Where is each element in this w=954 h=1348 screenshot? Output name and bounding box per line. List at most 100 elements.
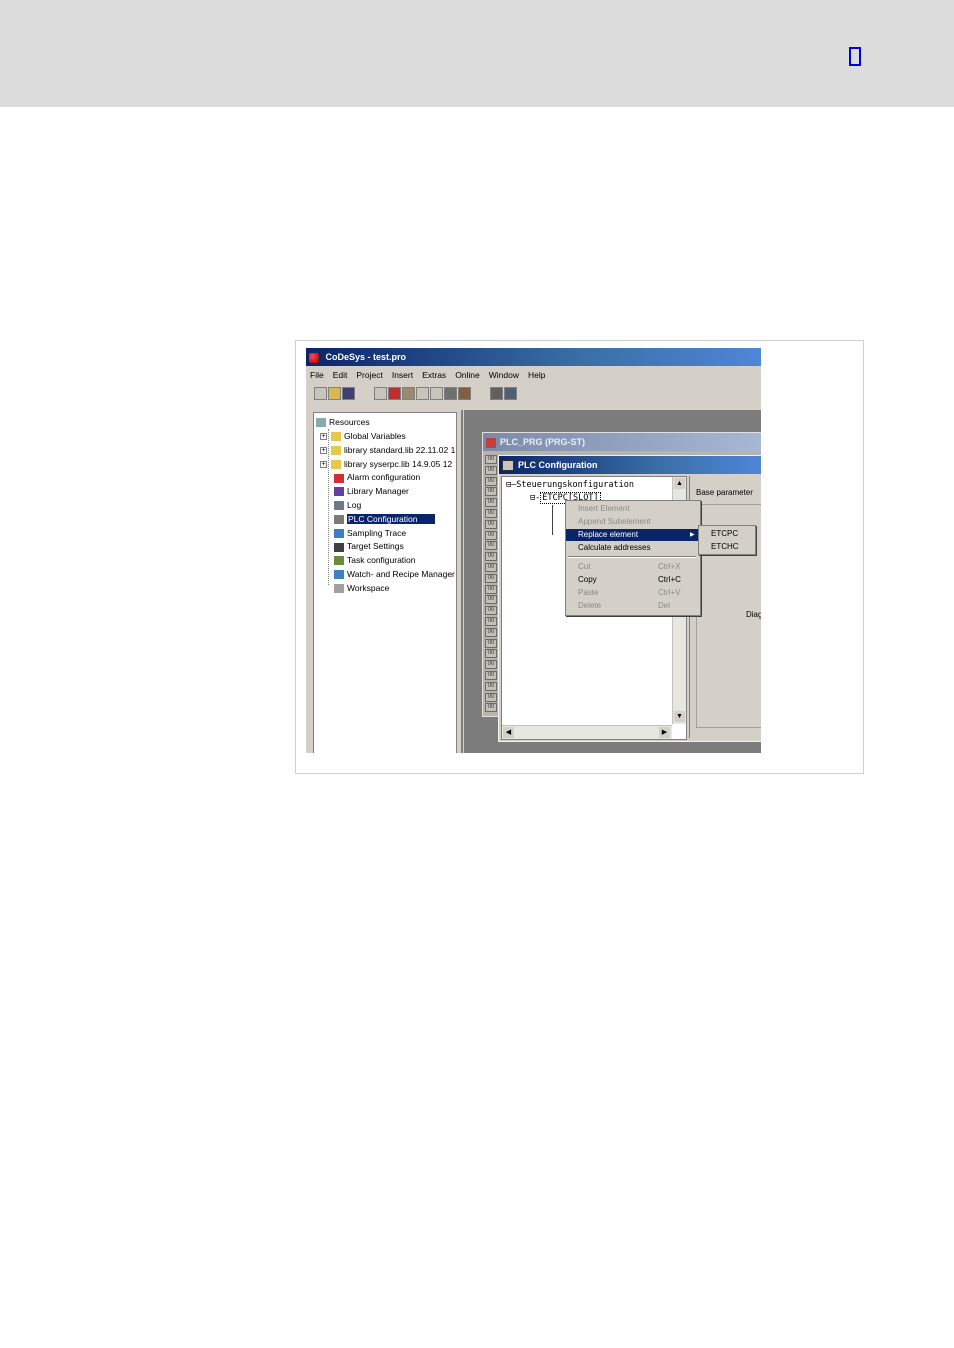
- menu-help[interactable]: Help: [528, 370, 545, 380]
- expand-icon[interactable]: +: [320, 447, 327, 455]
- menu-insert[interactable]: Insert: [392, 370, 413, 380]
- tree-item-task-configuration[interactable]: Task configuration: [320, 554, 416, 567]
- scroll-right-icon[interactable]: ▶: [659, 727, 670, 738]
- tree-item-label: Task configuration: [347, 555, 416, 566]
- menu-item-cut[interactable]: Cut Ctrl+X: [566, 561, 698, 573]
- tree-item-library-syserpc-lib-14-9-05-12[interactable]: + library syserpc.lib 14.9.05 12: [320, 458, 452, 471]
- library-icon: [334, 487, 344, 497]
- tree-item-watch-and-recipe-manager[interactable]: Watch- and Recipe Manager: [320, 568, 455, 581]
- menu-item-paste[interactable]: Paste Ctrl+V: [566, 587, 698, 599]
- menu-item-replace-element[interactable]: Replace element ▶: [566, 529, 698, 541]
- stop-icon[interactable]: [402, 387, 415, 400]
- scroll-down-icon[interactable]: ▼: [674, 711, 685, 722]
- step-icon[interactable]: [416, 387, 429, 400]
- menu-item-label: Paste: [578, 588, 599, 597]
- page-header-band: [0, 0, 954, 107]
- context-menu: Insert Element Append Subelement Replace e…: [565, 500, 701, 616]
- resources-tree: Resources + Global Variables + library stan…: [313, 412, 457, 753]
- object-organizer: Resources + Global Variables + library stan…: [311, 410, 463, 753]
- plc-config-titlebar[interactable]: PLC Configuration: [499, 456, 761, 474]
- prg-line-cell: 00: [485, 509, 497, 518]
- watch-icon: [334, 570, 344, 580]
- menu-item-label: Delete: [578, 601, 602, 610]
- app-titlebar[interactable]: CoDeSys - test.pro: [306, 348, 761, 366]
- prg-line-cell: 00: [485, 476, 497, 486]
- tree-connector-line: [328, 429, 329, 585]
- scroll-left-icon[interactable]: ◀: [503, 727, 514, 738]
- tree-item-label: Global Variables: [344, 431, 406, 441]
- tree-item-label: Sampling Trace: [347, 527, 407, 538]
- plc-config-window-icon: [502, 460, 514, 472]
- prg-icon: [486, 437, 496, 448]
- run-icon[interactable]: [388, 387, 401, 400]
- new-file-icon[interactable]: [314, 387, 327, 400]
- tree-item-log[interactable]: Log: [320, 499, 361, 512]
- prg-line-cell: 00: [485, 455, 497, 464]
- toolbar: [314, 386, 554, 403]
- find-icon[interactable]: [490, 387, 503, 400]
- menu-item-insert-element[interactable]: Insert Element: [566, 503, 698, 515]
- prg-line-cell: 00: [485, 606, 497, 616]
- prg-line-cell: 00: [485, 703, 497, 713]
- tree-item-sampling-trace[interactable]: Sampling Trace: [320, 527, 406, 540]
- prg-line-cell: 00: [485, 552, 497, 562]
- menu-item-label: Copy: [578, 575, 597, 584]
- tree-item-plc-configuration[interactable]: PLC Configuration: [320, 513, 436, 526]
- menu-item-label: Append Subelement: [578, 517, 651, 526]
- menu-edit[interactable]: Edit: [333, 370, 348, 380]
- plc-prg-titlebar[interactable]: PLC_PRG (PRG-ST): [483, 433, 761, 451]
- tree-item-label: library standard.lib 22.11.02 1: [344, 444, 456, 455]
- base-parameter-tab[interactable]: Base parameter: [696, 488, 753, 497]
- tree-item-label: Target Settings: [347, 541, 404, 552]
- menu-extras[interactable]: Extras: [422, 370, 446, 380]
- menu-window[interactable]: Window: [489, 370, 519, 380]
- expand-icon[interactable]: +: [320, 433, 327, 441]
- replace-icon[interactable]: [504, 387, 517, 400]
- collapse-icon[interactable]: ⊟: [506, 480, 511, 490]
- tree-item-library-standard-lib-22-11-02-1[interactable]: + library standard.lib 22.11.02 1: [320, 444, 455, 457]
- save-icon[interactable]: [342, 387, 355, 400]
- tree-node-steuerungskonfiguration[interactable]: ⊟–Steuerungskonfiguration: [506, 479, 634, 491]
- tree-item-label: Alarm configuration: [347, 472, 421, 483]
- collapse-icon[interactable]: ⊟: [530, 493, 535, 503]
- step-over-icon[interactable]: [444, 387, 457, 400]
- menu-item-calculate-addresses[interactable]: Calculate addresses: [566, 542, 698, 554]
- tree-item-workspace[interactable]: Workspace: [320, 582, 389, 595]
- horizontal-scrollbar[interactable]: ◀ ▶: [502, 725, 672, 739]
- prg-line-cell: 00: [485, 573, 497, 583]
- tree-item-library-manager[interactable]: Library Manager: [320, 485, 409, 498]
- menu-item-copy[interactable]: Copy Ctrl+C: [566, 574, 698, 586]
- step-in-icon[interactable]: [458, 387, 471, 400]
- trace-icon: [334, 528, 344, 538]
- tree-root-resources[interactable]: Resources: [316, 416, 370, 429]
- folder-icon: [331, 432, 341, 442]
- resources-icon: [316, 418, 326, 428]
- menu-file[interactable]: File: [310, 370, 324, 380]
- prg-line-cell: 00: [485, 627, 497, 637]
- prg-line-cell: 00: [485, 584, 497, 594]
- expand-icon[interactable]: +: [320, 460, 327, 468]
- open-file-icon[interactable]: [328, 387, 341, 400]
- menu-item-append-subelement[interactable]: Append Subelement: [566, 516, 698, 528]
- menu-project[interactable]: Project: [356, 370, 382, 380]
- prg-line-cell: 00: [485, 617, 497, 626]
- tree-item-target-settings[interactable]: Target Settings: [320, 540, 404, 553]
- menu-item-shortcut: Ctrl+X: [658, 562, 681, 571]
- scroll-up-icon[interactable]: ▲: [674, 478, 685, 489]
- menu-online[interactable]: Online: [455, 370, 480, 380]
- log-icon: [334, 501, 344, 511]
- login-icon[interactable]: [374, 387, 387, 400]
- tree-item-global-variables[interactable]: + Global Variables: [320, 430, 406, 443]
- prg-line-cell: 00: [485, 541, 497, 551]
- breakpoint-icon[interactable]: [430, 387, 443, 400]
- menu-item-delete[interactable]: Delete Del: [566, 600, 698, 612]
- plc-config-icon: [334, 515, 344, 525]
- tree-item-alarm-configuration[interactable]: Alarm configuration: [320, 471, 420, 484]
- submenu-arrow-icon: ▶: [690, 532, 695, 538]
- submenu-item-etchc[interactable]: ETCHC: [711, 541, 739, 553]
- folder-icon: [331, 459, 341, 469]
- submenu-item-etcpc[interactable]: ETCPC: [711, 528, 738, 540]
- prg-line-cell: 00: [485, 681, 497, 691]
- prg-line-cell: 00: [485, 660, 497, 670]
- prg-line-cell: 00: [485, 595, 497, 605]
